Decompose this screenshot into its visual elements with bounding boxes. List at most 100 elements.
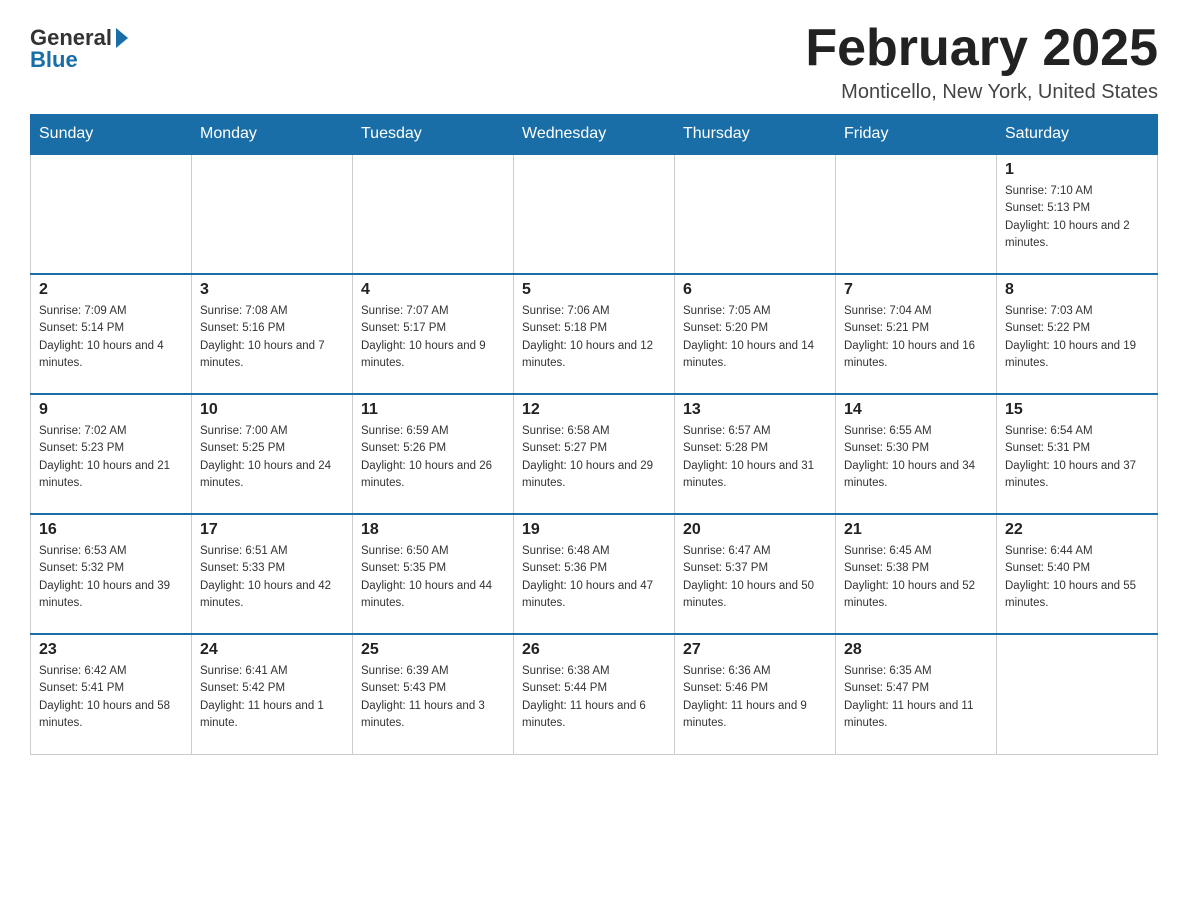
day-sun-info: Sunrise: 7:08 AMSunset: 5:16 PMDaylight:… (200, 303, 344, 372)
day-number: 19 (522, 521, 666, 539)
day-number: 11 (361, 401, 505, 419)
day-number: 5 (522, 281, 666, 299)
calendar-day-cell: 16 Sunrise: 6:53 AMSunset: 5:32 PMDayligh… (31, 514, 192, 634)
day-sun-info: Sunrise: 7:07 AMSunset: 5:17 PMDaylight:… (361, 303, 505, 372)
calendar-day-cell: 6 Sunrise: 7:05 AMSunset: 5:20 PMDaylight… (675, 274, 836, 394)
day-sun-info: Sunrise: 6:38 AMSunset: 5:44 PMDaylight:… (522, 663, 666, 732)
day-number: 28 (844, 641, 988, 659)
calendar-day-cell: 23 Sunrise: 6:42 AMSunset: 5:41 PMDayligh… (31, 634, 192, 754)
calendar-day-cell: 28 Sunrise: 6:35 AMSunset: 5:47 PMDayligh… (836, 634, 997, 754)
day-number: 14 (844, 401, 988, 419)
calendar-day-cell: 9 Sunrise: 7:02 AMSunset: 5:23 PMDaylight… (31, 394, 192, 514)
day-number: 6 (683, 281, 827, 299)
day-sun-info: Sunrise: 6:47 AMSunset: 5:37 PMDaylight:… (683, 543, 827, 612)
day-sun-info: Sunrise: 6:58 AMSunset: 5:27 PMDaylight:… (522, 423, 666, 492)
day-sun-info: Sunrise: 6:36 AMSunset: 5:46 PMDaylight:… (683, 663, 827, 732)
calendar-header-wednesday: Wednesday (514, 115, 675, 155)
calendar-day-cell (353, 154, 514, 274)
calendar-day-cell: 25Sunrise: 6:39 AMSunset: 5:43 PMDayligh… (353, 634, 514, 754)
calendar-header-sunday: Sunday (31, 115, 192, 155)
calendar-day-cell (836, 154, 997, 274)
day-sun-info: Sunrise: 6:35 AMSunset: 5:47 PMDaylight:… (844, 663, 988, 732)
day-sun-info: Sunrise: 7:10 AMSunset: 5:13 PMDaylight:… (1005, 183, 1149, 252)
calendar-week-row: 9 Sunrise: 7:02 AMSunset: 5:23 PMDaylight… (31, 394, 1158, 514)
calendar-day-cell: 10Sunrise: 7:00 AMSunset: 5:25 PMDayligh… (192, 394, 353, 514)
day-number: 3 (200, 281, 344, 299)
calendar-day-cell: 17 Sunrise: 6:51 AMSunset: 5:33 PMDayligh… (192, 514, 353, 634)
day-sun-info: Sunrise: 6:51 AMSunset: 5:33 PMDaylight:… (200, 543, 344, 612)
logo-blue-text: Blue (30, 47, 78, 73)
day-number: 1 (1005, 161, 1149, 179)
day-sun-info: Sunrise: 6:55 AMSunset: 5:30 PMDaylight:… (844, 423, 988, 492)
day-sun-info: Sunrise: 6:48 AMSunset: 5:36 PMDaylight:… (522, 543, 666, 612)
calendar-header-friday: Friday (836, 115, 997, 155)
logo: General Blue (30, 20, 128, 73)
day-number: 26 (522, 641, 666, 659)
day-number: 12 (522, 401, 666, 419)
day-sun-info: Sunrise: 7:06 AMSunset: 5:18 PMDaylight:… (522, 303, 666, 372)
day-number: 27 (683, 641, 827, 659)
calendar-day-cell: 12 Sunrise: 6:58 AMSunset: 5:27 PMDayligh… (514, 394, 675, 514)
day-number: 8 (1005, 281, 1149, 299)
day-sun-info: Sunrise: 7:09 AMSunset: 5:14 PMDaylight:… (39, 303, 183, 372)
day-number: 2 (39, 281, 183, 299)
day-sun-info: Sunrise: 6:53 AMSunset: 5:32 PMDaylight:… (39, 543, 183, 612)
calendar-header-tuesday: Tuesday (353, 115, 514, 155)
day-sun-info: Sunrise: 6:42 AMSunset: 5:41 PMDaylight:… (39, 663, 183, 732)
calendar-day-cell (997, 634, 1158, 754)
calendar-day-cell: 26 Sunrise: 6:38 AMSunset: 5:44 PMDayligh… (514, 634, 675, 754)
day-sun-info: Sunrise: 6:57 AMSunset: 5:28 PMDaylight:… (683, 423, 827, 492)
page-header: General Blue February 2025 Monticello, N… (30, 20, 1158, 104)
day-sun-info: Sunrise: 6:50 AMSunset: 5:35 PMDaylight:… (361, 543, 505, 612)
calendar-day-cell: 1 Sunrise: 7:10 AMSunset: 5:13 PMDaylight… (997, 154, 1158, 274)
calendar-day-cell (514, 154, 675, 274)
calendar-week-row: 1 Sunrise: 7:10 AMSunset: 5:13 PMDaylight… (31, 154, 1158, 274)
calendar-day-cell (31, 154, 192, 274)
day-sun-info: Sunrise: 6:59 AMSunset: 5:26 PMDaylight:… (361, 423, 505, 492)
calendar-header-monday: Monday (192, 115, 353, 155)
day-number: 21 (844, 521, 988, 539)
day-sun-info: Sunrise: 7:03 AMSunset: 5:22 PMDaylight:… (1005, 303, 1149, 372)
calendar-day-cell: 8 Sunrise: 7:03 AMSunset: 5:22 PMDaylight… (997, 274, 1158, 394)
day-number: 13 (683, 401, 827, 419)
day-sun-info: Sunrise: 7:04 AMSunset: 5:21 PMDaylight:… (844, 303, 988, 372)
calendar-day-cell (192, 154, 353, 274)
day-number: 18 (361, 521, 505, 539)
day-sun-info: Sunrise: 7:02 AMSunset: 5:23 PMDaylight:… (39, 423, 183, 492)
day-number: 7 (844, 281, 988, 299)
day-number: 24 (200, 641, 344, 659)
day-sun-info: Sunrise: 7:05 AMSunset: 5:20 PMDaylight:… (683, 303, 827, 372)
calendar-day-cell: 22Sunrise: 6:44 AMSunset: 5:40 PMDayligh… (997, 514, 1158, 634)
calendar-day-cell: 20 Sunrise: 6:47 AMSunset: 5:37 PMDayligh… (675, 514, 836, 634)
calendar-table: SundayMondayTuesdayWednesdayThursdayFrid… (30, 114, 1158, 755)
calendar-day-cell: 21Sunrise: 6:45 AMSunset: 5:38 PMDayligh… (836, 514, 997, 634)
day-sun-info: Sunrise: 6:41 AMSunset: 5:42 PMDaylight:… (200, 663, 344, 732)
day-number: 4 (361, 281, 505, 299)
calendar-week-row: 2 Sunrise: 7:09 AMSunset: 5:14 PMDaylight… (31, 274, 1158, 394)
calendar-day-cell: 3 Sunrise: 7:08 AMSunset: 5:16 PMDaylight… (192, 274, 353, 394)
calendar-day-cell: 14 Sunrise: 6:55 AMSunset: 5:30 PMDayligh… (836, 394, 997, 514)
day-number: 10 (200, 401, 344, 419)
calendar-week-row: 23 Sunrise: 6:42 AMSunset: 5:41 PMDayligh… (31, 634, 1158, 754)
calendar-day-cell: 5 Sunrise: 7:06 AMSunset: 5:18 PMDaylight… (514, 274, 675, 394)
day-number: 23 (39, 641, 183, 659)
calendar-day-cell: 15Sunrise: 6:54 AMSunset: 5:31 PMDayligh… (997, 394, 1158, 514)
calendar-day-cell: 13 Sunrise: 6:57 AMSunset: 5:28 PMDayligh… (675, 394, 836, 514)
calendar-day-cell: 2 Sunrise: 7:09 AMSunset: 5:14 PMDaylight… (31, 274, 192, 394)
calendar-header-thursday: Thursday (675, 115, 836, 155)
day-number: 17 (200, 521, 344, 539)
calendar-week-row: 16 Sunrise: 6:53 AMSunset: 5:32 PMDayligh… (31, 514, 1158, 634)
calendar-day-cell: 27 Sunrise: 6:36 AMSunset: 5:46 PMDayligh… (675, 634, 836, 754)
calendar-day-cell: 4 Sunrise: 7:07 AMSunset: 5:17 PMDaylight… (353, 274, 514, 394)
calendar-day-cell (675, 154, 836, 274)
day-number: 9 (39, 401, 183, 419)
location-text: Monticello, New York, United States (805, 81, 1158, 104)
calendar-day-cell: 11 Sunrise: 6:59 AMSunset: 5:26 PMDayligh… (353, 394, 514, 514)
day-number: 15 (1005, 401, 1149, 419)
day-number: 20 (683, 521, 827, 539)
calendar-header-row: SundayMondayTuesdayWednesdayThursdayFrid… (31, 115, 1158, 155)
logo-arrow-icon (116, 28, 128, 48)
day-number: 16 (39, 521, 183, 539)
month-title: February 2025 (805, 20, 1158, 77)
calendar-header-saturday: Saturday (997, 115, 1158, 155)
